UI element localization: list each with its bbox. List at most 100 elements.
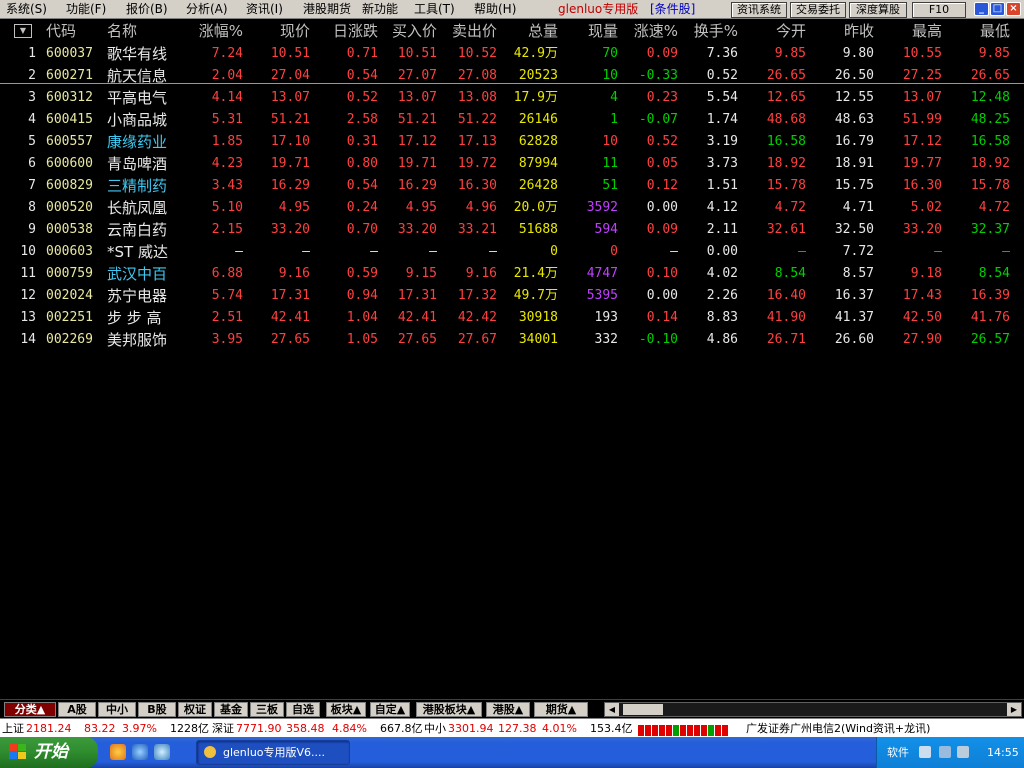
cell-chg: 1.05 <box>346 332 378 347</box>
column-header-high[interactable]: 最高 <box>912 22 942 40</box>
quicklaunch-desktop-icon[interactable] <box>154 744 170 760</box>
column-header-speed[interactable]: 涨速% <box>634 22 678 40</box>
menu-item-2[interactable]: 报价(B) <box>126 2 168 17</box>
tray-arrow-icon[interactable] <box>919 746 931 758</box>
toolbar-button-1[interactable]: 交易委托 <box>790 2 846 18</box>
table-row[interactable]: 3 600312 平高电气 4.14 13.07 0.52 13.07 13.08 17.9万 4… <box>0 87 1024 109</box>
menu-item-5[interactable]: 港股期货 <box>303 2 351 17</box>
column-header-vol[interactable]: 总量 <box>528 22 558 40</box>
horizontal-scrollbar[interactable]: ◀ ▶ <box>604 702 1022 717</box>
window-min-icon[interactable]: _ <box>974 2 989 16</box>
cell-chg_pct: 5.74 <box>211 288 243 303</box>
table-row[interactable]: 5 600557 康缘药业 1.85 17.10 0.31 17.12 17.13 62828 1… <box>0 131 1024 153</box>
cell-prev: 15.75 <box>834 178 874 193</box>
sh-index-change: 83.22 <box>84 722 116 735</box>
start-label: 开始 <box>34 742 68 762</box>
column-header-code[interactable]: 代码 <box>46 22 76 40</box>
scroll-right-icon[interactable]: ▶ <box>1007 703 1021 716</box>
quicklaunch-browser-icon[interactable] <box>110 744 126 760</box>
cell-chg: 0.52 <box>346 90 378 105</box>
tab-7[interactable]: 自选 <box>286 702 320 717</box>
cell-bid: 19.71 <box>397 156 437 171</box>
table-row[interactable]: 2 600271 航天信息 2.04 27.04 0.54 27.07 27.08 20523 1… <box>0 65 1024 87</box>
tray-speaker-icon[interactable] <box>957 746 969 758</box>
cell-code: 600037 <box>46 46 93 61</box>
table-row[interactable]: 10 000603 *ST 威达 — — — — — 0 0 — 0.00 — 7.72 — — <box>0 241 1024 263</box>
tab-3[interactable]: B股 <box>138 702 176 717</box>
cell-chg: 0.94 <box>346 288 378 303</box>
column-header-chg_pct[interactable]: 涨幅% <box>199 22 243 40</box>
toolbar-button-2[interactable]: 深度算股 <box>849 2 907 18</box>
menu-item-4[interactable]: 资讯(I) <box>246 2 283 17</box>
cell-turn: 0.00 <box>706 244 738 259</box>
cell-vol: 26146 <box>518 112 558 127</box>
table-row[interactable]: 4 600415 小商品城 5.31 51.21 2.58 51.21 51.22 26146 1… <box>0 109 1024 131</box>
tab-6[interactable]: 三板 <box>250 702 284 717</box>
cell-bid: 42.41 <box>397 310 437 325</box>
window-close-icon[interactable]: × <box>1006 2 1021 16</box>
table-row[interactable]: 12 002024 苏宁电器 5.74 17.31 0.94 17.31 17.32 49.7万… <box>0 285 1024 307</box>
column-header-turn[interactable]: 换手% <box>694 22 738 40</box>
scroll-thumb[interactable] <box>623 704 663 715</box>
quicklaunch-ie-icon[interactable] <box>132 744 148 760</box>
row-index: 9 <box>28 222 36 237</box>
toolbar-button-3[interactable]: F10 <box>912 2 966 18</box>
column-header-ask[interactable]: 卖出价 <box>452 22 497 40</box>
cell-prev: 16.37 <box>834 288 874 303</box>
column-header-name[interactable]: 名称 <box>107 22 137 40</box>
tab-8[interactable]: 板块▲ <box>326 702 366 717</box>
cell-ask: 17.32 <box>457 288 497 303</box>
column-header-chg[interactable]: 日涨跌 <box>333 22 378 40</box>
cell-chg: 2.58 <box>346 112 378 127</box>
column-header-cur[interactable]: 现量 <box>588 22 618 40</box>
start-button[interactable]: 开始 <box>0 737 98 768</box>
sort-dropdown-icon[interactable]: ▼ <box>14 24 32 38</box>
window-max-icon[interactable]: □ <box>990 2 1005 16</box>
row-index: 8 <box>28 200 36 215</box>
tab-1[interactable]: A股 <box>58 702 96 717</box>
table-row[interactable]: 9 000538 云南白药 2.15 33.20 0.70 33.20 33.21 51688 5… <box>0 219 1024 241</box>
menu-item-0[interactable]: 系统(S) <box>6 2 47 17</box>
table-row[interactable]: 6 600600 青岛啤酒 4.23 19.71 0.80 19.71 19.72 87994 1… <box>0 153 1024 175</box>
cell-turn: 3.73 <box>706 156 738 171</box>
menu-item-3[interactable]: 分析(A) <box>186 2 228 17</box>
tab-12[interactable]: 期货▲ <box>534 702 588 717</box>
cell-ask: 42.42 <box>457 310 497 325</box>
tab-4[interactable]: 权证 <box>178 702 212 717</box>
column-header-open[interactable]: 今开 <box>776 22 806 40</box>
taskbar-app-button[interactable]: glenluo专用版V6.... <box>196 740 350 765</box>
table-row[interactable]: 14 002269 美邦服饰 3.95 27.65 1.05 27.65 27.67 34001… <box>0 329 1024 351</box>
column-header-bid[interactable]: 买入价 <box>392 22 437 40</box>
tray-software-label[interactable]: 软件 <box>887 737 909 768</box>
tab-9[interactable]: 自定▲ <box>370 702 410 717</box>
table-row[interactable]: 13 002251 步 步 高 2.51 42.41 1.04 42.41 42.42 3091… <box>0 307 1024 329</box>
toolbar-button-0[interactable]: 资讯系统 <box>731 2 787 18</box>
menu-item-7[interactable]: 工具(T) <box>414 2 455 17</box>
cell-chg_pct: — <box>235 244 243 259</box>
row-index: 10 <box>20 244 36 259</box>
cell-cur: 332 <box>594 332 618 347</box>
cell-high: 51.99 <box>902 112 942 127</box>
cell-turn: 3.19 <box>706 134 738 149</box>
table-row[interactable]: 11 000759 武汉中百 6.88 9.16 0.59 9.15 9.16 21.4万 474… <box>0 263 1024 285</box>
row-index: 12 <box>20 288 36 303</box>
tray-network-icon[interactable] <box>939 746 951 758</box>
menu-item-8[interactable]: 帮助(H) <box>474 2 516 17</box>
cell-prev: 8.57 <box>842 266 874 281</box>
scroll-left-icon[interactable]: ◀ <box>605 703 619 716</box>
menu-item-1[interactable]: 功能(F) <box>66 2 106 17</box>
tab-0[interactable]: 分类▲ <box>4 702 56 717</box>
column-header-low[interactable]: 最低 <box>980 22 1010 40</box>
table-row[interactable]: 8 000520 长航凤凰 5.10 4.95 0.24 4.95 4.96 20.0万 3592… <box>0 197 1024 219</box>
menu-item-6[interactable]: 新功能 <box>362 2 398 17</box>
tab-5[interactable]: 基金 <box>214 702 248 717</box>
tab-2[interactable]: 中小 <box>98 702 136 717</box>
tab-11[interactable]: 港股▲ <box>486 702 530 717</box>
column-header-price[interactable]: 现价 <box>280 22 310 40</box>
cell-code: 600415 <box>46 112 93 127</box>
table-row[interactable]: 1 600037 歌华有线 7.24 10.51 0.71 10.51 10.52 42.9万 7… <box>0 43 1024 65</box>
tab-10[interactable]: 港股板块▲ <box>416 702 482 717</box>
cell-turn: 1.51 <box>706 178 738 193</box>
table-row[interactable]: 7 600829 三精制药 3.43 16.29 0.54 16.29 16.30 26428 5… <box>0 175 1024 197</box>
column-header-prev[interactable]: 昨收 <box>844 22 874 40</box>
